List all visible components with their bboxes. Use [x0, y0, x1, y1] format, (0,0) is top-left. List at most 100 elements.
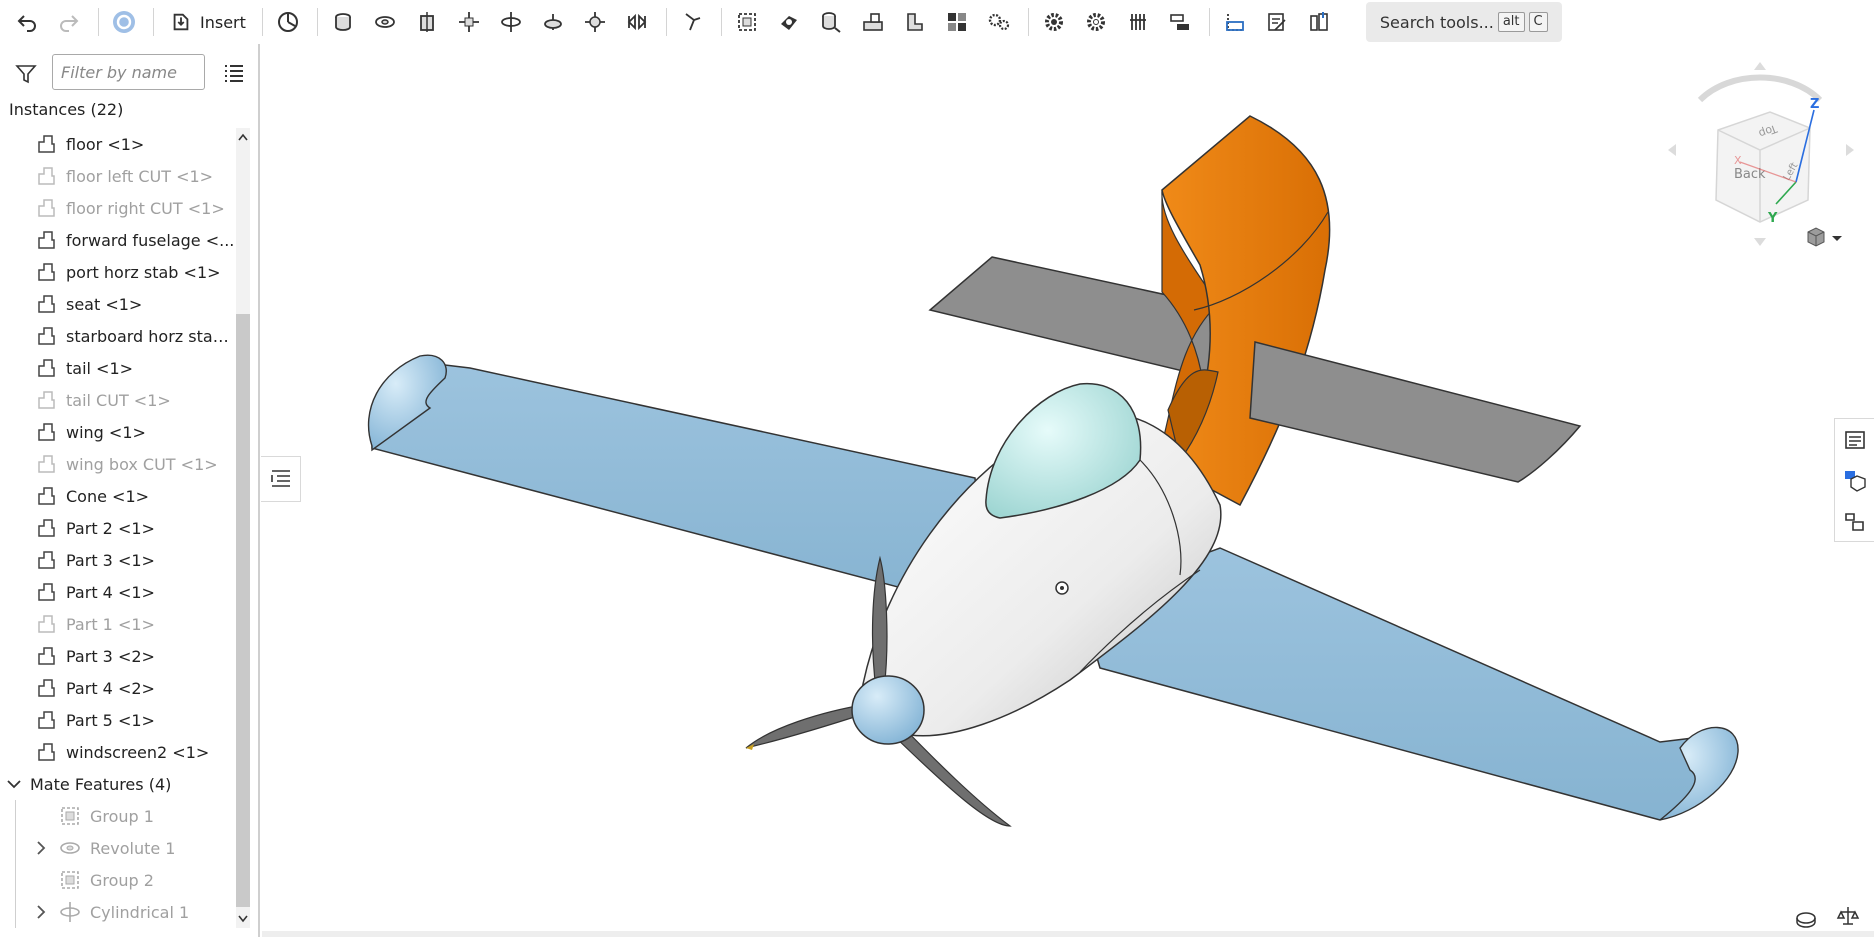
- insert-button[interactable]: Insert: [160, 5, 256, 39]
- list-view-icon[interactable]: [222, 61, 246, 85]
- instance-row[interactable]: wing <1>: [0, 416, 236, 448]
- filter-funnel-icon[interactable]: [14, 62, 38, 86]
- instance-row[interactable]: Part 4 <1>: [0, 576, 236, 608]
- instance-row[interactable]: windscreen2 <1>: [0, 736, 236, 768]
- group-icon: [61, 807, 79, 825]
- instance-row[interactable]: floor <1>: [0, 128, 236, 160]
- slider-mate-button[interactable]: [408, 5, 446, 39]
- graphics-viewport[interactable]: Back Top Left Z Y X: [262, 44, 1874, 937]
- instance-row[interactable]: Part 1 <1>: [0, 608, 236, 640]
- instance-row[interactable]: Part 5 <1>: [0, 704, 236, 736]
- properties-panel-button[interactable]: [1835, 419, 1874, 460]
- view-cube[interactable]: Back Top Left Z Y X: [1666, 60, 1856, 250]
- mate-connector-button[interactable]: [770, 5, 808, 39]
- gears-icon: [988, 13, 1009, 31]
- instance-row[interactable]: tail <1>: [0, 352, 236, 384]
- interference-button[interactable]: [854, 5, 892, 39]
- pin-slot-mate-button[interactable]: [534, 5, 572, 39]
- scrollbar-thumb[interactable]: [236, 314, 250, 907]
- mate-feature-row[interactable]: Group 1: [0, 800, 236, 832]
- scroll-up-icon[interactable]: [236, 128, 250, 148]
- parallel-mate-button[interactable]: [618, 5, 656, 39]
- planar-mate-button[interactable]: [450, 5, 488, 39]
- view-options-dropdown[interactable]: [1800, 226, 1850, 252]
- undo-button[interactable]: [8, 5, 46, 39]
- measure-button[interactable]: [1258, 5, 1296, 39]
- regenerate-button[interactable]: [105, 5, 143, 39]
- replicate-part-button[interactable]: [812, 5, 850, 39]
- parallel-mate-icon: [627, 13, 647, 31]
- toolbar-separator: [316, 8, 318, 36]
- instance-row[interactable]: Part 3 <1>: [0, 544, 236, 576]
- instances-panel-button[interactable]: [1835, 501, 1874, 542]
- part-instance-icon: [38, 615, 55, 633]
- search-tools-label: Search tools...: [1379, 12, 1494, 32]
- instance-row[interactable]: floor right CUT <1>: [0, 192, 236, 224]
- toolbar-separator: [1208, 8, 1210, 36]
- instance-row[interactable]: Cone <1>: [0, 480, 236, 512]
- units-scale-icon[interactable]: [1836, 904, 1860, 928]
- instance-label: tail CUT <1>: [66, 390, 171, 410]
- named-views-icon[interactable]: [1794, 904, 1818, 928]
- instance-row[interactable]: Part 2 <1>: [0, 512, 236, 544]
- planar-mate-icon: [458, 12, 479, 32]
- mate-feature-label: Cylindrical 1: [90, 902, 190, 922]
- filter-by-name-input[interactable]: [52, 54, 205, 90]
- mate-feature-row[interactable]: Revolute 1: [0, 832, 236, 864]
- chevron-down-icon: [1832, 236, 1842, 241]
- redo-button[interactable]: [50, 5, 88, 39]
- tangent-mate-icon: [685, 13, 701, 31]
- instance-row[interactable]: Part 4 <2>: [0, 672, 236, 704]
- mate-features-header[interactable]: Mate Features (4): [0, 768, 236, 800]
- airplane-model[interactable]: [262, 44, 1874, 937]
- exploded-view-icon: [947, 13, 966, 31]
- group-button[interactable]: [728, 5, 766, 39]
- instance-row[interactable]: Part 3 <2>: [0, 640, 236, 672]
- appearance-panel-button[interactable]: [1835, 460, 1874, 501]
- chevron-right-icon[interactable]: [34, 904, 48, 920]
- rack-pinion-button[interactable]: [1077, 5, 1115, 39]
- toolbar-separator: [1027, 8, 1029, 36]
- insert-part-button[interactable]: [896, 5, 934, 39]
- ball-mate-button[interactable]: [576, 5, 614, 39]
- instances-header[interactable]: Instances (22): [9, 100, 123, 119]
- instance-label: Part 3 <1>: [66, 550, 155, 570]
- part-instance-icon: [38, 327, 55, 345]
- instance-row[interactable]: forward fuselage <...: [0, 224, 236, 256]
- instance-row[interactable]: wing box CUT <1>: [0, 448, 236, 480]
- replicate-button[interactable]: [269, 5, 307, 39]
- cylinder-arrow-icon: [821, 12, 841, 33]
- instance-label: wing <1>: [66, 422, 146, 442]
- chevron-down-icon[interactable]: [6, 776, 22, 792]
- undo-icon: [17, 15, 36, 32]
- mate-feature-row[interactable]: Group 2: [0, 864, 236, 896]
- gear-relation-button[interactable]: [980, 5, 1018, 39]
- instance-row[interactable]: port horz stab <1>: [0, 256, 236, 288]
- gear-button[interactable]: [1035, 5, 1073, 39]
- view-cube-rotate-left-icon: [1668, 144, 1676, 156]
- tangent-mate-button[interactable]: [673, 5, 711, 39]
- instance-label: wing box CUT <1>: [66, 454, 218, 474]
- scroll-down-icon[interactable]: [236, 908, 250, 928]
- view-cube-rotate-up-icon: [1754, 62, 1766, 70]
- exploded-view-button[interactable]: [938, 5, 976, 39]
- view-cube-rotate-down-icon: [1754, 238, 1766, 246]
- properties-icon: [1310, 12, 1328, 31]
- cylindrical-mate-button[interactable]: [492, 5, 530, 39]
- instance-label: starboard horz stab...: [66, 326, 236, 346]
- instance-row[interactable]: floor left CUT <1>: [0, 160, 236, 192]
- propeller-spinner: [851, 675, 925, 745]
- search-tools-button[interactable]: Search tools... alt C: [1365, 2, 1562, 42]
- linear-relation-button[interactable]: [1161, 5, 1199, 39]
- section-view-button[interactable]: [1216, 5, 1254, 39]
- chevron-right-icon[interactable]: [34, 840, 48, 856]
- screw-relation-button[interactable]: [1119, 5, 1157, 39]
- fastened-mate-button[interactable]: [324, 5, 362, 39]
- instance-row[interactable]: seat <1>: [0, 288, 236, 320]
- revolute-mate-button[interactable]: [366, 5, 404, 39]
- ball-mate-icon: [584, 12, 605, 32]
- instance-row[interactable]: starboard horz stab...: [0, 320, 236, 352]
- properties-button[interactable]: [1300, 5, 1338, 39]
- instance-row[interactable]: tail CUT <1>: [0, 384, 236, 416]
- mate-feature-row[interactable]: Cylindrical 1: [0, 896, 236, 928]
